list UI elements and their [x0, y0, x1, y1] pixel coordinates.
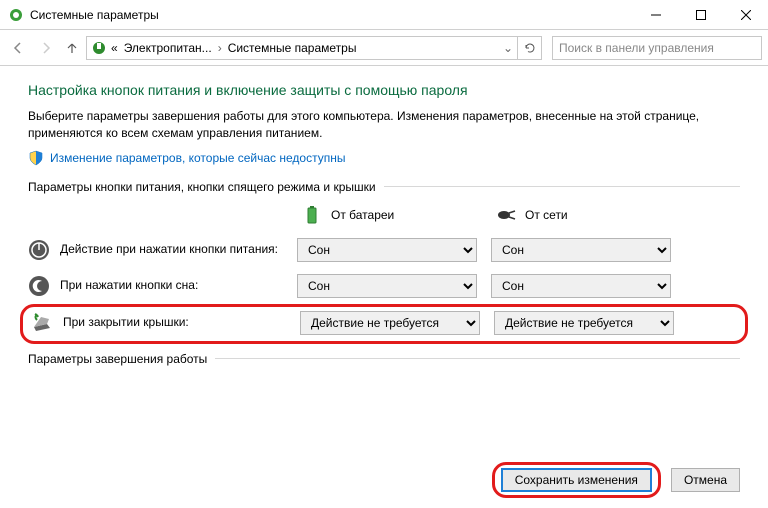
row-lid-close: При закрытии крышки: [31, 312, 286, 334]
battery-icon [301, 204, 323, 226]
page-heading: Настройка кнопок питания и включение защ… [28, 82, 740, 98]
breadcrumb-item-1[interactable]: Электропитан... [122, 41, 214, 55]
lid-row-highlight: При закрытии крышки: Действие не требует… [20, 304, 748, 344]
power-icon [28, 239, 50, 261]
power-button-battery-select[interactable]: Сон [297, 238, 477, 262]
maximize-button[interactable] [678, 0, 723, 30]
breadcrumb-item-2[interactable]: Системные параметры [226, 41, 359, 55]
moon-icon [28, 275, 50, 297]
sleep-button-battery-select[interactable]: Сон [297, 274, 477, 298]
refresh-button[interactable] [517, 36, 541, 60]
plug-icon [495, 204, 517, 226]
section-power-buttons: Параметры кнопки питания, кнопки спящего… [28, 180, 740, 194]
chevron-right-icon: › [216, 41, 224, 55]
column-ac: От сети [491, 204, 671, 226]
row-power-button: Действие при нажатии кнопки питания: [28, 239, 283, 261]
nav-back-button[interactable] [6, 36, 30, 60]
navbar: « Электропитан... › Системные параметры … [0, 30, 768, 66]
nav-forward-button[interactable] [34, 36, 58, 60]
section-shutdown: Параметры завершения работы [28, 352, 740, 366]
laptop-lid-icon [31, 312, 53, 334]
unlock-settings-link[interactable]: Изменение параметров, которые сейчас нед… [50, 151, 346, 165]
search-input[interactable]: Поиск в панели управления [552, 36, 762, 60]
breadcrumb[interactable]: « Электропитан... › Системные параметры … [86, 36, 542, 60]
app-icon [8, 7, 24, 23]
lid-battery-select[interactable]: Действие не требуется [300, 311, 480, 335]
breadcrumb-prefix: « [109, 41, 120, 55]
column-battery: От батареи [297, 204, 477, 226]
page-description: Выберите параметры завершения работы для… [28, 108, 740, 142]
nav-up-button[interactable] [62, 38, 82, 58]
lid-ac-select[interactable]: Действие не требуется [494, 311, 674, 335]
chevron-down-icon[interactable]: ⌄ [501, 41, 515, 55]
window-title: Системные параметры [30, 8, 633, 22]
shield-icon [28, 150, 44, 166]
power-plan-icon [91, 40, 107, 56]
close-button[interactable] [723, 0, 768, 30]
sleep-button-ac-select[interactable]: Сон [491, 274, 671, 298]
row-sleep-button: При нажатии кнопки сна: [28, 275, 283, 297]
save-button[interactable]: Сохранить изменения [501, 468, 652, 492]
save-button-highlight: Сохранить изменения [492, 462, 661, 498]
cancel-button[interactable]: Отмена [671, 468, 740, 492]
minimize-button[interactable] [633, 0, 678, 30]
power-button-ac-select[interactable]: Сон [491, 238, 671, 262]
titlebar: Системные параметры [0, 0, 768, 30]
